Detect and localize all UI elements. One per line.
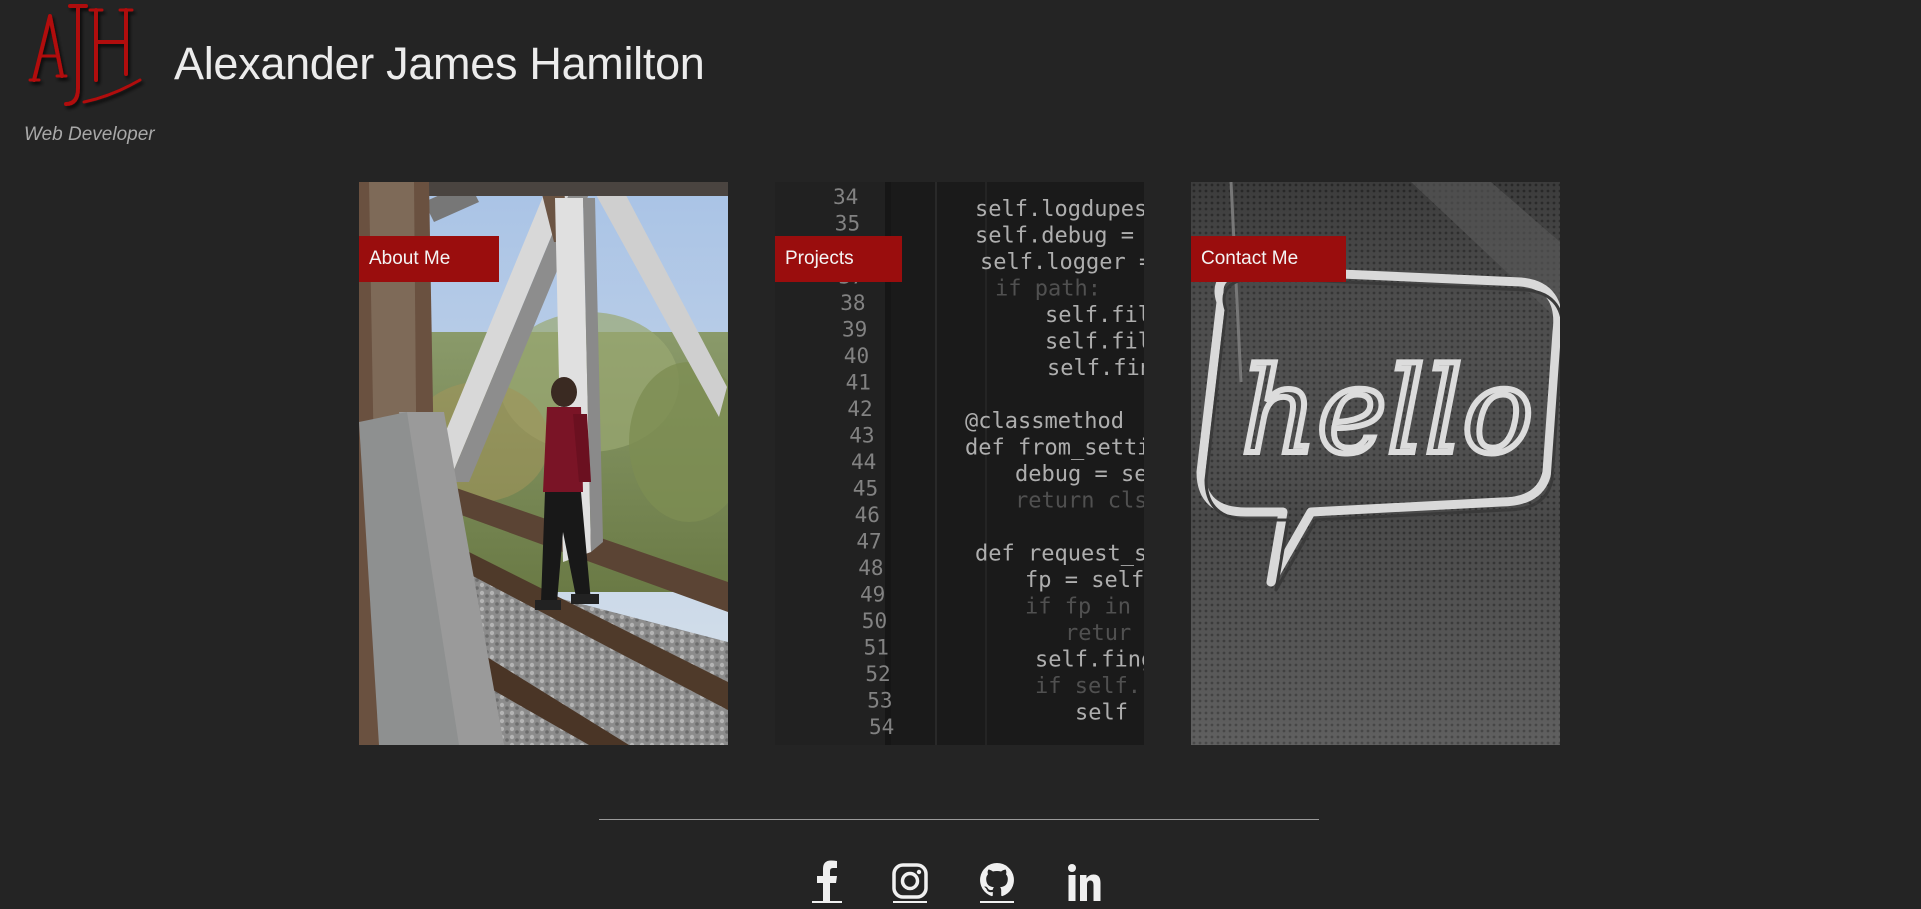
facebook-icon (812, 860, 842, 903)
linkedin-icon (1068, 864, 1101, 901)
projects-card[interactable]: 3435363738394041424344454647484950515253… (775, 182, 1144, 745)
instagram-link[interactable] (889, 859, 931, 903)
facebook-link[interactable] (806, 859, 848, 903)
footer-divider (599, 819, 1319, 820)
contact-me-card[interactable]: hello Contact Me (1191, 182, 1560, 745)
hello-sign-text: hello (1241, 342, 1533, 480)
ajh-monogram-icon (28, 4, 142, 106)
site-title: Alexander James Hamilton (174, 38, 705, 89)
github-link[interactable] (976, 859, 1018, 903)
instagram-icon (892, 863, 928, 903)
site-logo[interactable] (26, 0, 146, 118)
about-me-card[interactable]: About Me (359, 182, 728, 745)
social-links (0, 859, 1921, 909)
linkedin-link[interactable] (1063, 859, 1105, 903)
about-me-label: About Me (359, 236, 499, 282)
contact-me-label: Contact Me (1191, 236, 1346, 282)
page: Alexander James Hamilton Web Developer A… (0, 0, 1921, 909)
github-icon (980, 863, 1014, 903)
site-subtitle: Web Developer (24, 124, 155, 145)
projects-label: Projects (775, 236, 902, 282)
